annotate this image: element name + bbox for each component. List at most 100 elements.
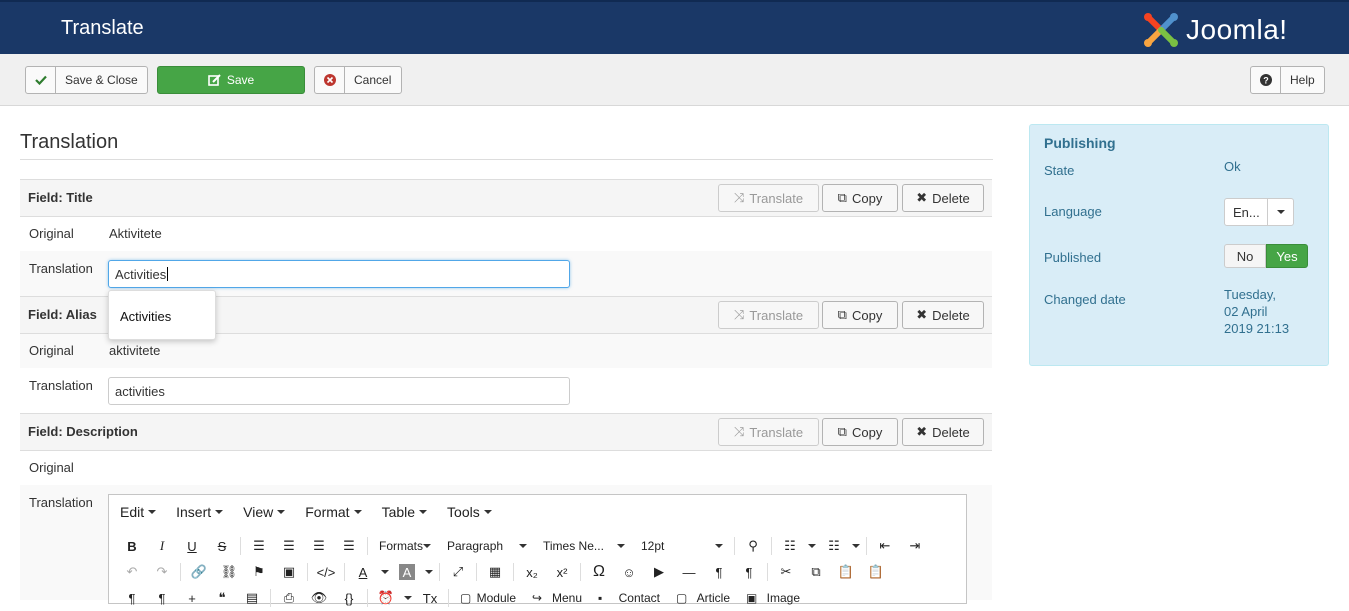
editor-toolbar-row-3: ¶ ¶ + ❝ ▤ ⎙ 👁 {} ⏰ Tx ▢ Module ↪ Menu ▪ Con… [109,585,966,611]
alias-translation-input[interactable]: activities [108,377,570,405]
copy-button[interactable]: ⧉ Copy [822,301,898,329]
code-icon[interactable]: </> [311,561,341,583]
block-format-label: Paragraph [447,539,504,553]
code-sample-icon[interactable]: {} [334,587,364,609]
text-color-icon[interactable]: A [348,561,378,583]
copy-button[interactable]: ⧉ Copy [822,418,898,446]
datetime-caret-icon[interactable] [401,587,415,609]
ltr-icon[interactable]: ¶ [704,561,734,583]
paragraph-icon[interactable]: ¶ [117,587,147,609]
numbered-list-caret-icon[interactable] [849,535,863,557]
blockquote-icon[interactable]: ❝ [207,587,237,609]
bold-icon[interactable]: B [117,535,147,557]
caret-icon [423,544,432,548]
menu-table[interactable]: Table [382,504,428,520]
media-icon[interactable]: ▶ [644,561,674,583]
article-button[interactable]: ▢ Article [668,587,738,609]
caret-icon [419,510,428,514]
font-family-select[interactable]: Times Ne... [535,535,633,557]
menu-button[interactable]: ↪ Menu [524,587,590,609]
cut-icon[interactable]: ✂ [771,561,801,583]
link-icon[interactable]: 🔗 [184,561,214,583]
translation-label: Translation [29,261,93,276]
delete-button[interactable]: ✖ Delete [902,184,984,212]
align-center-icon[interactable]: ☰ [274,535,304,557]
fullscreen-icon[interactable]: ⤢ [443,561,473,583]
paste-text-icon[interactable]: 📋 [861,561,891,583]
bookmark-icon[interactable]: ⚑ [244,561,274,583]
strikethrough-icon[interactable]: S [207,535,237,557]
delete-button[interactable]: ✖ Delete [902,301,984,329]
module-button[interactable]: ▢ Module [452,587,524,609]
find-replace-icon[interactable]: ⚲ [738,535,768,557]
image-icon[interactable]: ▣ [274,561,304,583]
align-left-icon[interactable]: ☰ [244,535,274,557]
menu-insert[interactable]: Insert [176,504,224,520]
unlink-icon[interactable]: ⛓ [214,561,244,583]
clear-format-icon[interactable]: Tx [415,587,445,609]
paragraph-alt-icon[interactable]: ¶ [147,587,177,609]
template-icon[interactable]: ▤ [237,587,267,609]
contact-label: Contact [618,591,660,605]
outdent-icon[interactable]: ⇤ [870,535,900,557]
menu-format[interactable]: Format [305,504,362,520]
text-color-caret-icon[interactable] [378,561,392,583]
rich-text-editor[interactable]: Edit Insert View Format Table Tools B I … [108,494,967,607]
cancel-button[interactable]: Cancel [314,66,402,94]
indent-icon[interactable]: ⇥ [900,535,930,557]
copy-icon[interactable]: ⧉ [801,561,831,583]
copy-button[interactable]: ⧉ Copy [822,184,898,212]
background-color-icon[interactable]: A [399,564,415,580]
save-button[interactable]: Save [157,66,305,94]
title-translation-input[interactable]: Activities [108,260,570,288]
caret-icon [353,510,362,514]
caret-icon [715,544,723,548]
chevron-down-icon [1267,199,1293,225]
save-close-button[interactable]: Save & Close [25,66,148,94]
special-char-icon[interactable]: Ω [584,561,614,583]
published-no[interactable]: No [1224,244,1266,268]
block-format-select[interactable]: Paragraph [439,535,535,557]
redo-icon[interactable]: ↷ [147,561,177,583]
numbered-list-icon[interactable]: ☷ [819,535,849,557]
image-button[interactable]: ▣ Image [738,587,808,609]
datetime-icon[interactable]: ⏰ [371,587,401,609]
translate-button[interactable]: ⤨ Translate [718,184,819,212]
font-size-select[interactable]: 12pt [633,535,731,557]
undo-icon[interactable]: ↶ [117,561,147,583]
autocomplete-option[interactable]: Activities [120,309,171,324]
horizontal-rule-icon[interactable]: — [674,561,704,583]
align-right-icon[interactable]: ☰ [304,535,334,557]
paste-icon[interactable]: 📋 [831,561,861,583]
preview-icon[interactable]: 👁 [304,587,334,609]
menu-tools[interactable]: Tools [447,504,492,520]
formats-select[interactable]: Formats [371,535,439,557]
insert-icon[interactable]: + [177,587,207,609]
emoticon-icon[interactable]: ☺ [614,561,644,583]
menu-edit[interactable]: Edit [120,504,157,520]
print-icon[interactable]: ⎙ [274,587,304,609]
language-select[interactable]: En... [1224,198,1294,226]
translate-button[interactable]: ⤨ Translate [718,301,819,329]
table-icon[interactable]: ▦ [480,561,510,583]
background-color-caret-icon[interactable] [422,561,436,583]
contact-button[interactable]: ▪ Contact [590,587,668,609]
underline-icon[interactable]: U [177,535,207,557]
delete-button[interactable]: ✖ Delete [902,418,984,446]
bullet-list-caret-icon[interactable] [805,535,819,557]
published-yes[interactable]: Yes [1266,244,1308,268]
italic-icon[interactable]: I [147,535,177,557]
rtl-icon[interactable]: ¶ [734,561,764,583]
published-toggle[interactable]: No Yes [1224,244,1308,268]
superscript-icon[interactable]: x² [547,561,577,583]
bullet-list-icon[interactable]: ☷ [775,535,805,557]
align-justify-icon[interactable]: ☰ [334,535,364,557]
translate-button[interactable]: ⤨ Translate [718,418,819,446]
separator [344,563,345,581]
state-label: State [1044,163,1075,178]
subscript-icon[interactable]: x₂ [517,561,547,583]
separator [513,563,514,581]
help-button[interactable]: ? Help [1250,66,1325,94]
menu-view[interactable]: View [243,504,286,520]
formats-label: Formats [379,539,424,553]
